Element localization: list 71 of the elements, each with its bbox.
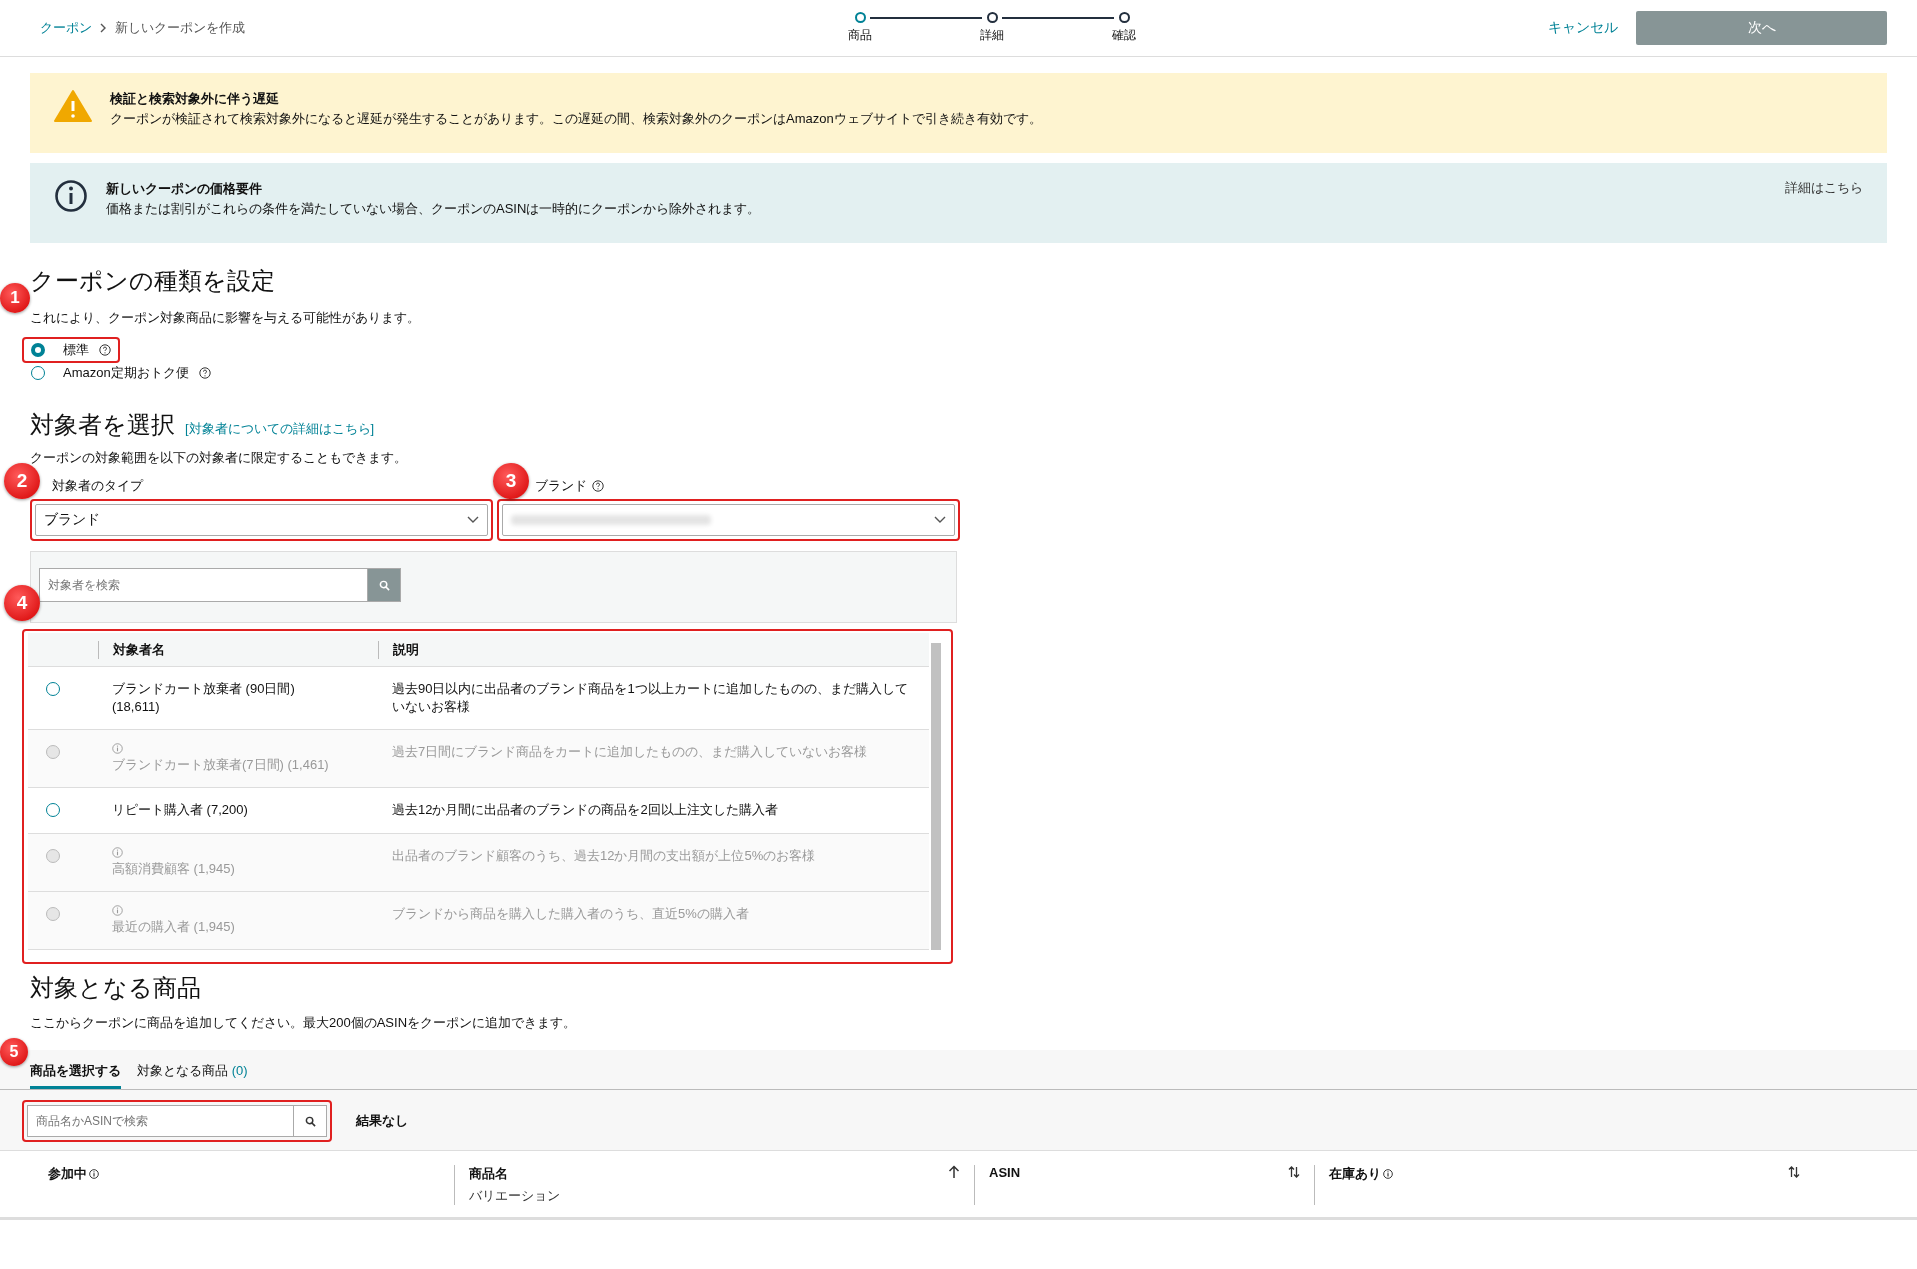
- step-label: 商品: [848, 27, 872, 44]
- info-icon: [112, 847, 123, 858]
- callout-number: 4: [4, 585, 40, 621]
- callout-number: 2: [4, 463, 40, 499]
- section-description: これにより、クーポン対象商品に影響を与える可能性があります。: [30, 309, 421, 327]
- radio-button[interactable]: [46, 803, 60, 817]
- sort-icon[interactable]: [1288, 1165, 1300, 1179]
- search-button[interactable]: [293, 1105, 327, 1137]
- cancel-link[interactable]: キャンセル: [1548, 19, 1618, 37]
- help-icon[interactable]: [99, 344, 111, 356]
- audience-name: リピート購入者 (7,200): [112, 801, 249, 819]
- audience-help-link[interactable]: [対象者についての詳細はこちら]: [185, 420, 375, 438]
- info-icon: [112, 905, 123, 916]
- audience-name: 高額消費顧客 (1,945): [112, 860, 236, 878]
- result-status: 結果なし: [356, 1112, 408, 1130]
- audience-name: ブランドカート放棄者 (90日間) (18,611): [112, 680, 296, 716]
- alert-title: 新しいクーポンの価格要件: [106, 180, 263, 198]
- chevron-down-icon: [934, 516, 946, 524]
- column-header: 在庫あり: [1329, 1165, 1381, 1183]
- column-header: 対象者名: [98, 640, 378, 659]
- column-header: 商品名: [469, 1165, 508, 1183]
- coupon-type-option[interactable]: 標準: [25, 340, 117, 360]
- info-icon: [112, 743, 123, 754]
- audience-search-field[interactable]: 対象者を検索: [39, 568, 367, 602]
- sort-icon[interactable]: [1788, 1165, 1800, 1179]
- section-description: ここからクーポンに商品を追加してください。最大200個のASINをクーポンに追加できます。: [30, 1014, 578, 1032]
- field-label: ブランド: [535, 477, 587, 495]
- callout-number: 1: [0, 283, 30, 313]
- audience-name: ブランドカート放棄者(7日間) (1,461): [112, 756, 330, 774]
- chevron-down-icon: [467, 516, 479, 524]
- search-icon: [304, 1115, 316, 1127]
- product-search-field[interactable]: 商品名かASINで検索: [27, 1105, 293, 1137]
- alert-message: クーポンが検証されて検索対象外になると遅延が発生することがあります。この遅延の間、検索対象外のクーポンはAmazonウェブサイトで引き続き有効です。: [110, 110, 1043, 128]
- audience-description: 過去7日間にブランド商品をカートに追加したものの、まだ購入していないお客様: [391, 743, 869, 761]
- column-header: 説明: [378, 640, 929, 659]
- section-title: クーポンの種類を設定: [30, 266, 276, 296]
- coupon-type-option[interactable]: Amazon定期おトク便: [25, 363, 1887, 383]
- step-label: 確認: [1112, 27, 1136, 44]
- radio-button[interactable]: [31, 366, 45, 380]
- column-header: 参加中: [48, 1165, 87, 1183]
- help-icon[interactable]: [592, 480, 604, 492]
- audience-description: 過去90日以内に出品者のブランド商品を1つ以上カートに追加したものの、まだ購入していないお客様: [391, 680, 909, 716]
- scrollbar[interactable]: [931, 643, 941, 950]
- search-button[interactable]: [367, 568, 401, 602]
- radio-button[interactable]: [31, 343, 45, 357]
- audience-name: 最近の購入者 (1,945): [112, 918, 236, 936]
- audience-description: ブランドから商品を購入した購入者のうち、直近5%の購入者: [391, 905, 750, 923]
- callout-number: 3: [493, 463, 529, 499]
- column-header: ASIN: [989, 1165, 1021, 1180]
- info-icon: [54, 179, 88, 213]
- breadcrumb-link[interactable]: クーポン: [40, 19, 92, 37]
- audience-type-select[interactable]: ブランド: [35, 504, 488, 536]
- radio-button[interactable]: [46, 682, 60, 696]
- tab[interactable]: 対象となる商品 (0): [137, 1058, 248, 1089]
- audience-description: 過去12か月間に出品者のブランドの商品を2回以上注文した購入者: [391, 801, 779, 819]
- warning-icon: [54, 89, 92, 123]
- section-title: 対象となる商品: [30, 973, 202, 1003]
- chevron-right-icon: [100, 23, 107, 33]
- callout-number: 5: [0, 1038, 28, 1066]
- audience-description: 出品者のブランド顧客のうち、過去12か月間の支出額が上位5%のお客様: [391, 847, 817, 865]
- search-icon: [378, 579, 390, 591]
- column-subheader: バリエーション: [469, 1187, 561, 1205]
- alert-message: 価格または割引がこれらの条件を満たしていない場合、クーポンのASINは一時的にクーポンから除外されます。: [106, 200, 762, 218]
- field-label: 対象者のタイプ: [51, 477, 145, 495]
- sort-up-icon[interactable]: [948, 1165, 960, 1179]
- alert-title: 検証と検索対象外に伴う遅延: [110, 90, 280, 108]
- help-icon[interactable]: [198, 367, 211, 379]
- section-title: 対象者を選択: [30, 410, 175, 440]
- breadcrumb-current: 新しいクーポンを作成: [115, 19, 245, 37]
- details-link[interactable]: 詳細はこちら: [1785, 179, 1863, 197]
- step-label: 詳細: [980, 27, 1004, 44]
